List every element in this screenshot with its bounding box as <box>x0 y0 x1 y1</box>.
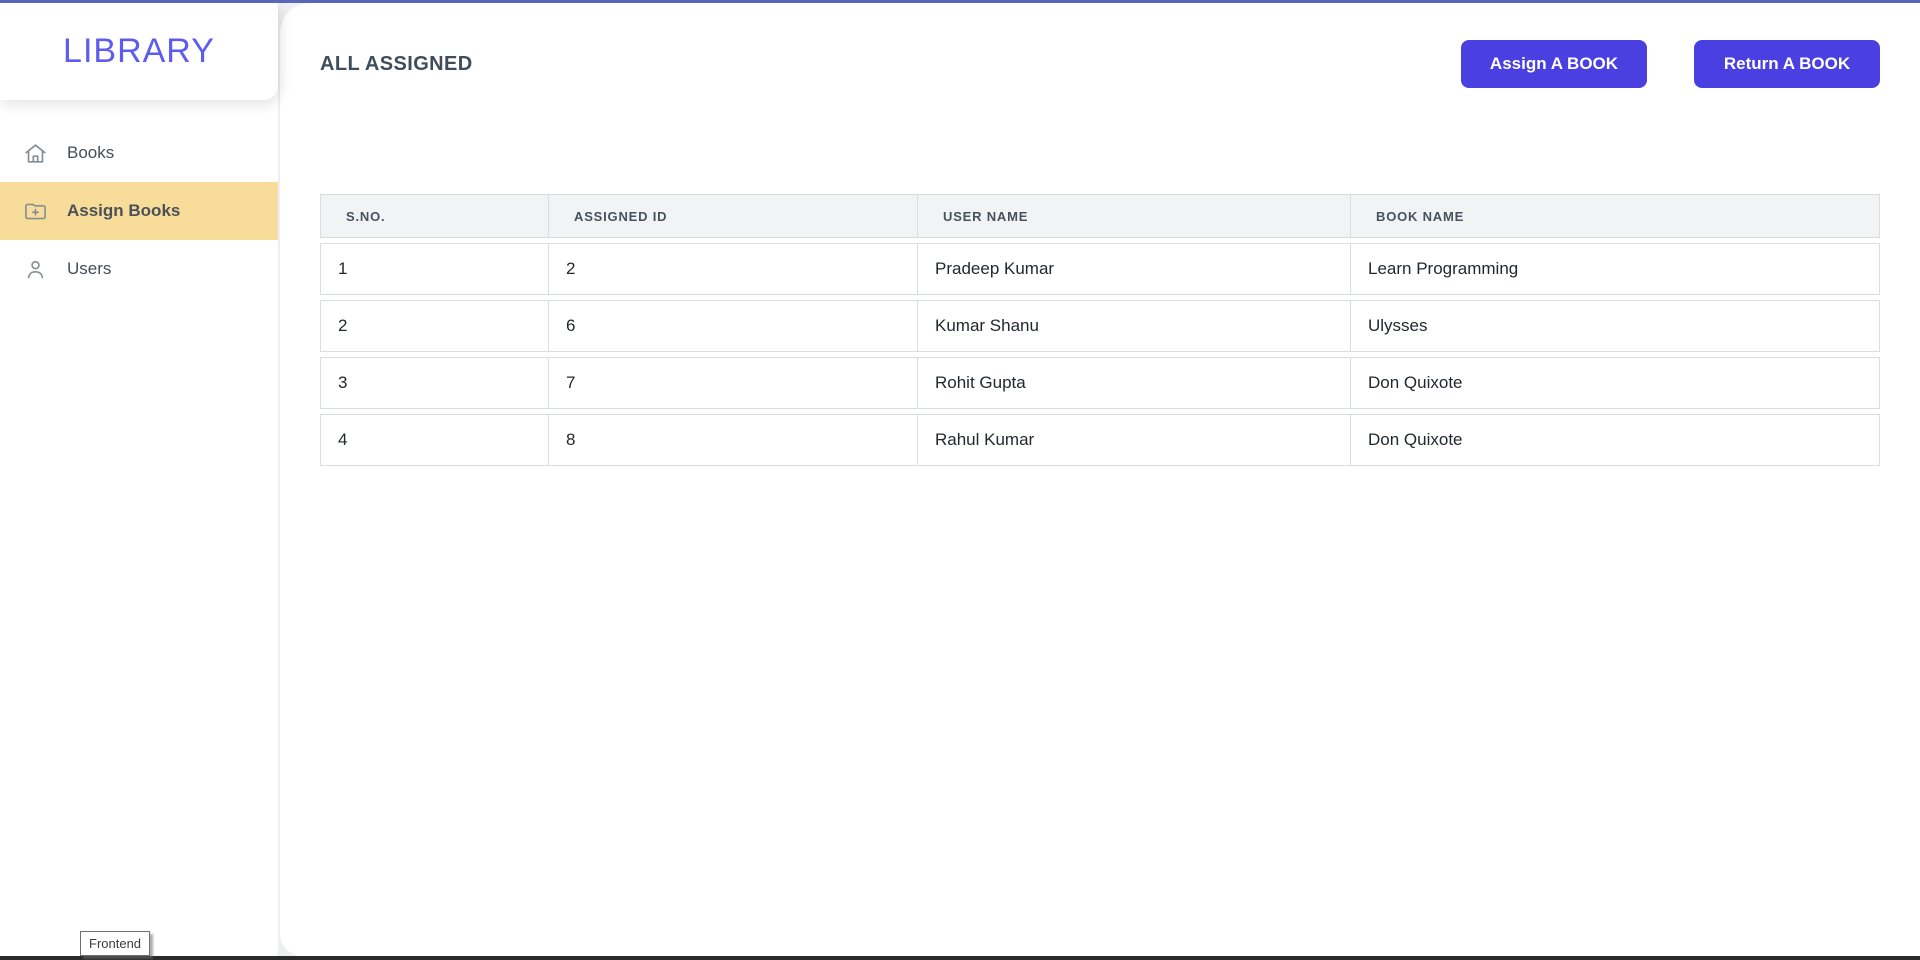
table-cell: Don Quixote <box>1351 357 1880 409</box>
home-icon <box>23 141 48 166</box>
table-cell: 7 <box>549 357 918 409</box>
table-cell: Ulysses <box>1351 300 1880 352</box>
folder-plus-icon <box>23 199 48 224</box>
logo-card: LIBRARY <box>0 3 278 100</box>
sidebar-item-assign-books[interactable]: Assign Books <box>0 182 278 240</box>
assign-a-book-button[interactable]: Assign A BOOK <box>1461 40 1647 88</box>
sidebar-item-label: Assign Books <box>67 201 181 220</box>
table-cell: Rohit Gupta <box>918 357 1351 409</box>
content-header: ALL ASSIGNED Assign A BOOK Return A BOOK <box>320 40 1880 88</box>
table-cell: 2 <box>320 300 549 352</box>
assigned-table-wrapper: S.NO. ASSIGNED ID USER NAME BOOK NAME 1 2 Pra… <box>320 189 1880 471</box>
sidebar-item-label: Books <box>67 143 115 162</box>
sidebar: Books Assign Books Users <box>0 3 278 956</box>
app-window: ALL ASSIGNED Assign A BOOK Return A BOOK… <box>0 0 1920 960</box>
sidebar-item-label: Users <box>67 259 112 278</box>
table-cell: 6 <box>549 300 918 352</box>
column-header: ASSIGNED ID <box>549 194 918 238</box>
table-cell: 8 <box>549 414 918 466</box>
table-cell: 1 <box>320 243 549 295</box>
page-title: ALL ASSIGNED <box>320 52 473 75</box>
table-cell: Learn Programming <box>1351 243 1880 295</box>
sidebar-item-books[interactable]: Books <box>0 124 278 182</box>
table-cell: Rahul Kumar <box>918 414 1351 466</box>
return-a-book-button[interactable]: Return A BOOK <box>1694 40 1880 88</box>
table-row: 3 7 Rohit Gupta Don Quixote <box>320 357 1880 409</box>
table-cell: Pradeep Kumar <box>918 243 1351 295</box>
table-row: 4 8 Rahul Kumar Don Quixote <box>320 414 1880 466</box>
table-row: 2 6 Kumar Shanu Ulysses <box>320 300 1880 352</box>
window-top-border <box>0 0 1920 3</box>
app-logo: LIBRARY <box>63 32 215 70</box>
table-cell: Kumar Shanu <box>918 300 1351 352</box>
table-row: 1 2 Pradeep Kumar Learn Programming <box>320 243 1880 295</box>
column-header: BOOK NAME <box>1351 194 1880 238</box>
table-cell: 2 <box>549 243 918 295</box>
sidebar-item-users[interactable]: Users <box>0 240 278 298</box>
column-header: S.NO. <box>320 194 549 238</box>
column-header: USER NAME <box>918 194 1351 238</box>
header-buttons: Assign A BOOK Return A BOOK <box>1461 40 1880 88</box>
assigned-table: S.NO. ASSIGNED ID USER NAME BOOK NAME 1 2 Pra… <box>320 189 1880 471</box>
user-icon <box>23 257 48 282</box>
main-content: ALL ASSIGNED Assign A BOOK Return A BOOK… <box>280 3 1920 956</box>
sidebar-menu: Books Assign Books Users <box>0 124 278 298</box>
table-cell: 4 <box>320 414 549 466</box>
table-header-row: S.NO. ASSIGNED ID USER NAME BOOK NAME <box>320 194 1880 238</box>
window-bottom-border <box>0 956 1920 960</box>
table-cell: Don Quixote <box>1351 414 1880 466</box>
status-badge: Frontend <box>80 931 151 956</box>
table-cell: 3 <box>320 357 549 409</box>
